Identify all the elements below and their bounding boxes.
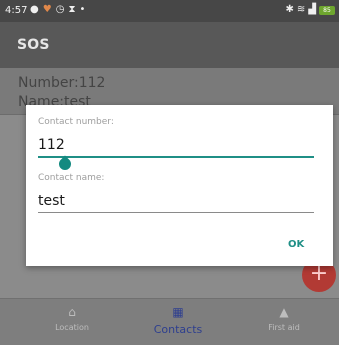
nav-item-location[interactable]: ⌂ Location [22,303,122,332]
status-left-icons: ● ♥ ◷ ⧗ • [30,3,85,17]
hourglass-icon: ⧗ [68,4,76,15]
app-bar: SOS [0,22,339,68]
contact-number-input[interactable]: 112 [38,137,65,153]
battery-icon: 85 [319,5,335,15]
contact-name-input[interactable]: test [38,193,65,209]
grid-icon: ▦ [172,305,184,319]
timer-icon: ◷ [55,4,65,15]
nav-label-first-aid: First aid [268,323,300,332]
status-right-icons: ✱ ≋ ▟ 85 [286,3,335,17]
status-bar: 4:57 ● ♥ ◷ ⧗ • ✱ ≋ ▟ 85 [0,0,339,22]
status-time: 4:57 [5,5,28,16]
app-icon: ● [30,4,39,15]
nav-item-first-aid[interactable]: ▲ First aid [234,303,334,332]
signal-icon: ▟ [308,4,316,15]
contact-number-underline [38,156,314,158]
contact-name-underline [38,212,314,213]
dot-icon: • [79,4,86,15]
heart-icon: ♥ [42,4,52,15]
wifi-icon: ≋ [296,4,306,15]
bluetooth-icon: ✱ [285,4,294,15]
bottom-navigation: ⌂ Location ▦ Contacts ▲ First aid [0,298,339,345]
contact-number-text: Number:112 [18,75,106,91]
page-title: SOS [17,37,50,53]
nav-item-contacts[interactable]: ▦ Contacts [128,303,228,336]
edit-contact-dialog: Contact number: 112 Contact name: test O… [26,105,333,266]
nav-label-contacts: Contacts [153,323,203,336]
contact-name-label: Contact name: [38,173,105,183]
ok-button[interactable]: OK [288,239,304,250]
nav-label-location: Location [55,323,89,332]
home-icon: ⌂ [68,305,76,319]
contact-number-label: Contact number: [38,117,114,127]
text-cursor-handle[interactable] [56,155,74,173]
bell-icon: ▲ [279,305,289,319]
